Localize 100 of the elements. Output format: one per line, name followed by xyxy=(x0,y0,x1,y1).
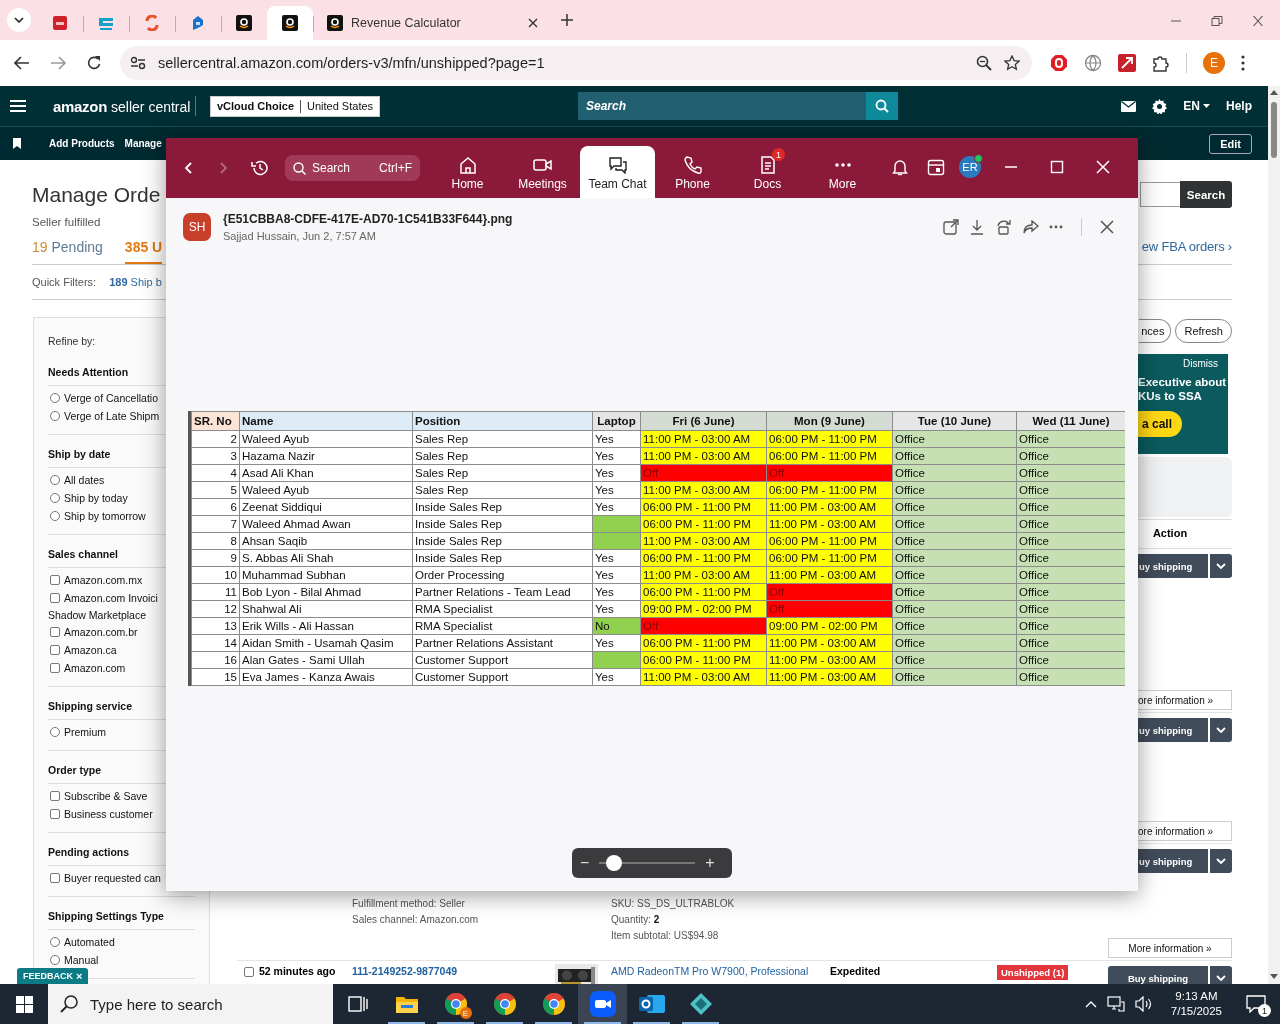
radio-button[interactable] xyxy=(50,937,60,947)
nav-tab[interactable]: Docs 1 xyxy=(730,146,805,198)
back-icon[interactable] xyxy=(14,56,30,70)
star-icon[interactable] xyxy=(1004,55,1020,71)
reload-icon[interactable] xyxy=(86,55,102,71)
edit-button[interactable]: Edit xyxy=(1209,133,1252,154)
help-link[interactable]: Help xyxy=(1226,99,1252,113)
taskbar-search-field[interactable]: Type here to search xyxy=(48,984,333,1024)
task-view-icon[interactable] xyxy=(347,995,368,1013)
nav-tab[interactable]: Phone xyxy=(655,146,730,198)
notifications-icon[interactable] xyxy=(1246,995,1266,1013)
checkbox[interactable] xyxy=(50,575,60,585)
globe-icon[interactable] xyxy=(1084,54,1102,72)
close-icon[interactable] xyxy=(1252,16,1264,26)
browser-icon[interactable] xyxy=(443,992,468,1016)
radio-button[interactable] xyxy=(50,475,60,485)
scroll-up-icon[interactable] xyxy=(1270,89,1278,95)
clock[interactable]: 9:13 AM 7/15/2025 xyxy=(1170,989,1222,1019)
toolbar-button[interactable]: Refresh xyxy=(1175,319,1232,343)
windows-icon[interactable] xyxy=(15,995,33,1013)
scroll-down-icon[interactable] xyxy=(1270,974,1278,980)
zoom-in-button[interactable]: + xyxy=(705,854,715,872)
radio-button[interactable] xyxy=(50,511,60,521)
chevron-up-icon[interactable] xyxy=(1084,1000,1097,1008)
more-icon[interactable] xyxy=(1049,224,1063,229)
checkbox[interactable] xyxy=(50,627,60,637)
search-field[interactable]: Search Ctrl+F xyxy=(285,155,420,181)
bookmark-icon[interactable] xyxy=(13,138,21,149)
search-button[interactable] xyxy=(866,92,898,120)
video-camera-icon[interactable] xyxy=(589,991,616,1017)
zoom-out-button[interactable]: − xyxy=(580,854,590,872)
mail-app-icon[interactable] xyxy=(638,992,665,1016)
orders-tab[interactable]: 19 Pending xyxy=(32,235,103,264)
browser-tab[interactable]: Revenue Calculator xyxy=(313,6,548,40)
network-icon[interactable] xyxy=(1106,996,1125,1012)
dismiss-link[interactable]: Dismiss xyxy=(1183,358,1218,369)
checkbox[interactable] xyxy=(50,873,60,883)
radio-button[interactable] xyxy=(50,393,60,403)
buy-shipping-button[interactable]: uy shipping xyxy=(1138,554,1208,578)
scrollbar[interactable] xyxy=(1268,86,1280,984)
feedback-tab[interactable]: FEEDBACK × xyxy=(17,968,89,984)
arrow-square-icon[interactable] xyxy=(1118,54,1136,72)
buy-shipping-button[interactable]: uy shipping xyxy=(1138,849,1208,873)
order-id-link[interactable]: 111-2149252-9877049 xyxy=(352,965,458,977)
more-information-button[interactable]: ore information » xyxy=(1138,821,1232,841)
nav-tab[interactable]: Meetings xyxy=(505,146,580,198)
plus-icon[interactable] xyxy=(560,13,574,27)
radio-button[interactable] xyxy=(50,493,60,503)
taskbar-button[interactable] xyxy=(578,984,627,1024)
radio-button[interactable] xyxy=(50,955,60,965)
restore-icon[interactable] xyxy=(1211,16,1223,26)
dropdown-button[interactable] xyxy=(1210,554,1232,578)
bell-icon[interactable] xyxy=(891,158,909,176)
nav-link[interactable]: Manage xyxy=(124,138,162,149)
buy-shipping-button[interactable]: uy shipping xyxy=(1138,718,1208,742)
calendar-icon[interactable] xyxy=(927,158,945,176)
stop-sign-icon[interactable] xyxy=(1050,54,1068,72)
settings-icon[interactable] xyxy=(1152,98,1168,114)
browser-icon[interactable] xyxy=(492,992,517,1016)
nav-tab[interactable]: More xyxy=(805,146,880,198)
puzzle-icon[interactable] xyxy=(1152,54,1170,72)
fba-orders-link[interactable]: ew FBA orders › xyxy=(1141,239,1232,264)
more-information-button[interactable]: More information » xyxy=(1108,938,1232,958)
open-external-icon[interactable] xyxy=(943,218,959,235)
user-avatar[interactable]: ER xyxy=(959,156,981,178)
volume-icon[interactable] xyxy=(1134,996,1153,1012)
nav-tab[interactable]: Home xyxy=(430,146,505,198)
dropdown-button[interactable] xyxy=(1210,849,1232,873)
slider-thumb[interactable] xyxy=(605,855,622,871)
nav-link[interactable]: Add Products xyxy=(49,138,115,149)
folder-icon[interactable] xyxy=(394,994,419,1014)
search-button[interactable]: Search xyxy=(1180,181,1232,208)
checkbox[interactable] xyxy=(244,967,254,977)
tab-list-button[interactable] xyxy=(7,8,31,32)
forward-icon[interactable] xyxy=(50,56,66,70)
close-icon[interactable] xyxy=(528,18,538,28)
checkbox[interactable] xyxy=(50,663,60,673)
language-menu[interactable]: EN xyxy=(1183,99,1210,113)
toolbar-button[interactable]: nces xyxy=(1139,319,1172,343)
call-button[interactable]: a call xyxy=(1138,411,1183,437)
browser-icon[interactable] xyxy=(541,992,566,1016)
checkbox[interactable] xyxy=(50,645,60,655)
zoom-slider[interactable] xyxy=(599,855,696,871)
rotate-icon[interactable] xyxy=(995,218,1013,235)
menu-icon[interactable] xyxy=(10,100,26,112)
site-settings-icon[interactable] xyxy=(130,56,146,70)
product-link[interactable]: AMD RadeonTM Pro W7900, Professional xyxy=(611,965,809,977)
quick-filter-link[interactable]: 189 Ship b xyxy=(109,276,162,288)
store-selector[interactable]: vCloud Choice United States xyxy=(210,95,381,117)
kebab-menu-icon[interactable] xyxy=(1241,55,1245,71)
nav-tab[interactable]: Team Chat xyxy=(580,146,655,198)
share-icon[interactable] xyxy=(1023,219,1039,234)
buy-shipping-button[interactable]: Buy shipping xyxy=(1108,966,1208,984)
checkbox[interactable] xyxy=(50,791,60,801)
search-field[interactable]: Search xyxy=(578,92,866,120)
dropdown-button[interactable] xyxy=(1210,718,1232,742)
mail-icon[interactable] xyxy=(1121,100,1137,112)
download-icon[interactable] xyxy=(969,218,985,235)
more-information-button[interactable]: ore information » xyxy=(1138,690,1232,710)
checkbox[interactable] xyxy=(50,809,60,819)
